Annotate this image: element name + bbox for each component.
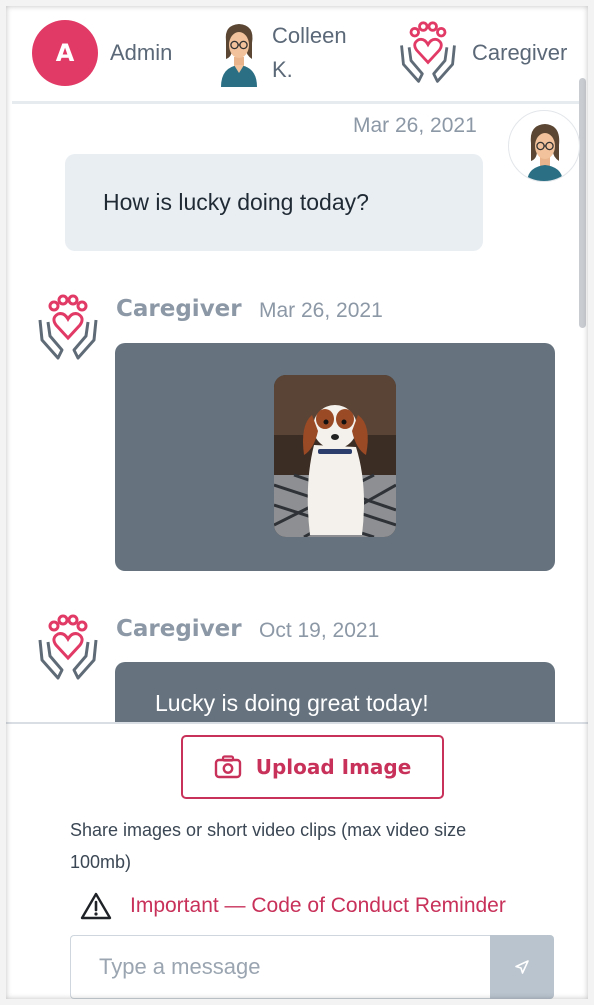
message-date: Oct 19, 2021 <box>259 619 380 642</box>
camera-icon <box>214 755 241 779</box>
colleen-avatar-icon <box>527 124 563 181</box>
my-avatar <box>508 110 580 182</box>
colleen-avatar-icon <box>221 24 257 87</box>
message-list[interactable]: Mar 26, 2021 How is lucky doing today? C… <box>0 106 594 722</box>
participant-admin[interactable]: A Admin <box>32 12 172 94</box>
warning-icon <box>80 892 112 920</box>
message-bubble: Lucky is doing great today! <box>115 662 555 722</box>
image-message-bubble <box>115 343 555 571</box>
message-input[interactable] <box>70 935 490 999</box>
message-text: How is lucky doing today? <box>103 189 369 215</box>
sender-name: Caregiver <box>116 616 242 642</box>
admin-avatar: A <box>32 20 98 86</box>
caregiver-logo-icon <box>38 614 98 680</box>
message-date: Mar 26, 2021 <box>259 299 383 322</box>
message-text: Lucky is doing great today! <box>155 690 429 716</box>
message-date: Mar 26, 2021 <box>353 114 477 137</box>
composer-panel: Upload Image Share images or short video… <box>0 722 594 1005</box>
caregiver-logo-icon <box>400 21 456 83</box>
dog-photo[interactable] <box>274 375 396 537</box>
upload-image-label: Upload Image <box>255 755 412 779</box>
caregiver-logo-icon <box>38 294 98 360</box>
code-of-conduct-label: Important — Code of Conduct Reminder <box>130 894 506 917</box>
send-button[interactable] <box>490 935 554 999</box>
participant-name: Caregiver <box>472 40 568 65</box>
participant-name: Admin <box>110 40 173 65</box>
participant-colleen[interactable]: Colleen K. <box>218 12 358 94</box>
participant-caregiver[interactable]: Caregiver <box>396 12 567 94</box>
send-icon <box>515 960 529 974</box>
participant-name: Colleen K. <box>272 23 347 82</box>
upload-hint: Share images or short video clips (max v… <box>70 820 467 872</box>
sender-name: Caregiver <box>116 296 242 322</box>
upload-image-button[interactable]: Upload Image <box>181 735 444 799</box>
participants-bar: A Admin Colleen K. Caregiver <box>12 12 582 104</box>
message-bubble: How is lucky doing today? <box>65 154 483 251</box>
code-of-conduct-link[interactable]: Important — Code of Conduct Reminder <box>80 892 506 920</box>
